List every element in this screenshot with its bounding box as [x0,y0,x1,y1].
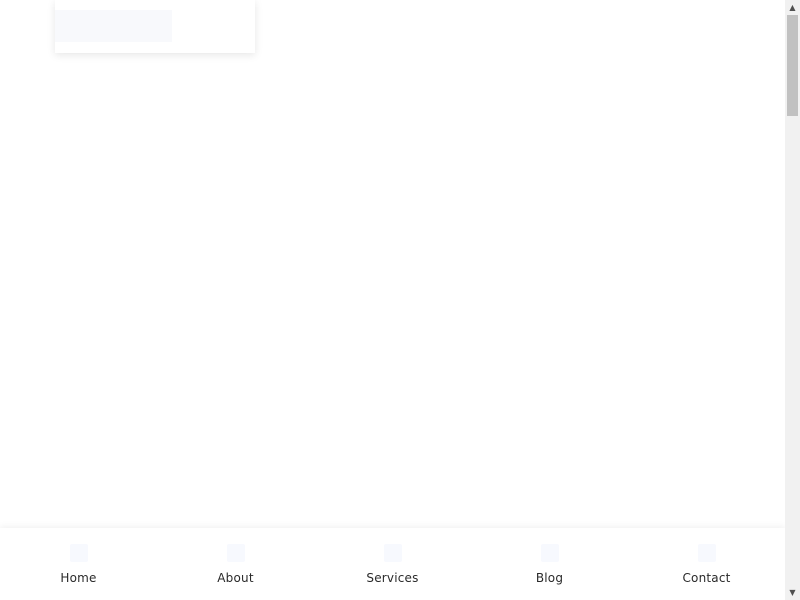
nav-label-about: About [217,571,254,585]
nav-label-home: Home [60,571,97,585]
nav-item-about[interactable]: About [157,528,314,600]
nav-label-blog: Blog [535,571,564,585]
scroll-thumb[interactable] [787,15,798,116]
services-icon [383,544,402,562]
nav-label-contact: Contact [682,571,731,585]
bottom-navigation: Home About Services Blog Contact [0,528,785,600]
nav-item-services[interactable]: Services [314,528,471,600]
nav-item-home[interactable]: Home [0,528,157,600]
top-card [55,0,255,53]
home-icon [69,544,88,562]
nav-item-blog[interactable]: Blog [471,528,628,600]
scroll-down-arrow-icon[interactable]: ▼ [785,585,800,600]
card-placeholder [55,10,172,42]
blog-icon [540,544,559,562]
scroll-up-arrow-icon[interactable]: ▲ [785,0,800,15]
nav-item-contact[interactable]: Contact [628,528,785,600]
contact-icon [697,544,716,562]
about-icon [226,544,245,562]
nav-label-services: Services [366,571,419,585]
browser-viewport: Home About Services Blog Contact ▲ ▼ [0,0,800,600]
vertical-scrollbar[interactable]: ▲ ▼ [785,0,800,600]
page-content: Home About Services Blog Contact [0,0,785,600]
